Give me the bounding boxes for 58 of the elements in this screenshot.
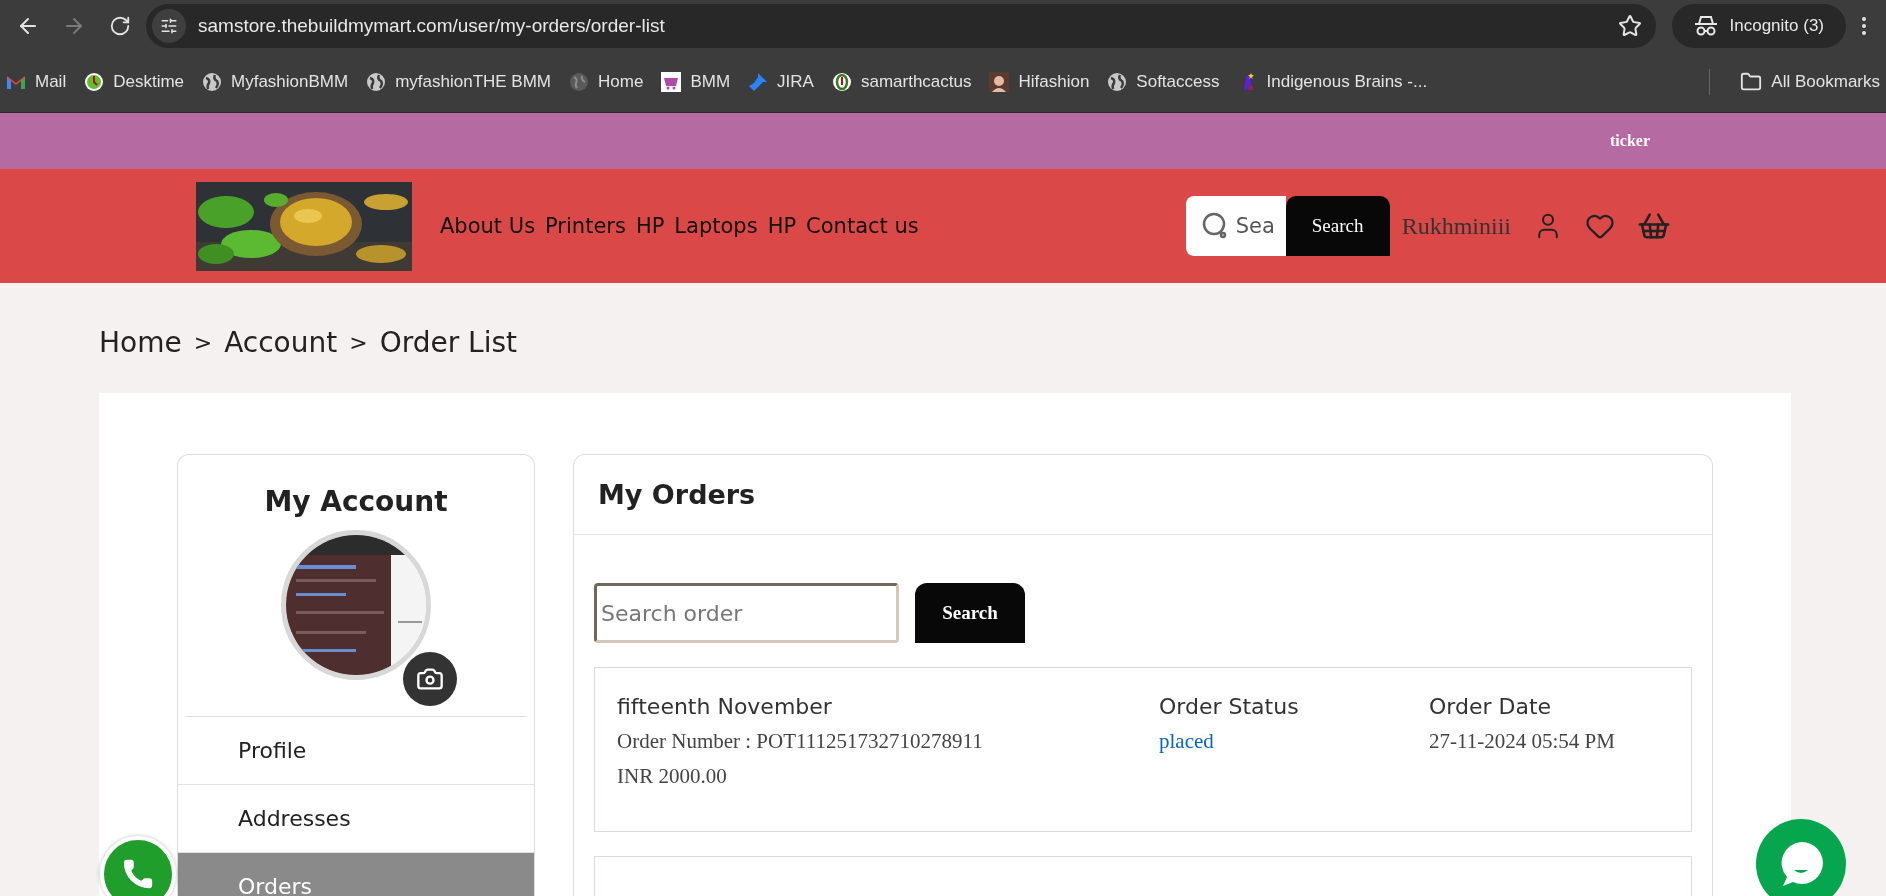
bookmark-link[interactable]: Mail [6,72,67,92]
bookmark-link[interactable]: Desktime [84,72,185,92]
breadcrumb-separator: > [349,329,368,355]
bookmark-link[interactable]: Home [569,72,644,92]
reload-icon [109,15,131,37]
nav-link[interactable]: Printers [545,214,626,238]
order-number: Order Number : POT111251732710278911 [617,729,984,754]
bookmark-link[interactable]: BMM [661,72,731,92]
nav-link[interactable]: Contact us [806,214,919,238]
bookmark-link[interactable]: JIRA [748,72,814,92]
bookmark-link[interactable]: Indigenous Brains -... [1237,72,1428,92]
ticker-text: ticker [1610,132,1650,150]
search-button[interactable]: Search [1285,196,1390,256]
globe-icon [202,72,223,92]
globe-icon [569,72,590,92]
breadcrumb-link[interactable]: Account [224,325,338,359]
bookmark-link[interactable]: Softaccess [1107,72,1220,92]
address-bar[interactable]: samstore.thebuildmymart.com/user/my-orders/order-list [146,4,1656,48]
camera-button[interactable] [403,652,457,706]
order-amount: INR 2000.00 [617,764,728,789]
panel-title: My Account [264,485,448,518]
search-icon [1201,212,1228,240]
site-info-button[interactable] [152,9,186,43]
profile-button[interactable]: Incognito (3) [1671,4,1846,48]
ring-icon [831,72,852,92]
bookmark-link[interactable]: samarthcactus [831,72,972,92]
clock-icon [84,72,105,92]
nav-link[interactable]: Laptops [674,214,758,238]
order-name: fifteenth November [617,694,833,719]
globe-icon [1107,72,1128,92]
search-field[interactable]: Search order [594,583,899,643]
nav-link[interactable]: HP [635,214,665,238]
nav-link[interactable]: About Us [440,214,536,238]
phone-icon [121,857,155,891]
breadcrumb-link[interactable]: Order List [379,325,518,359]
globe-icon [366,72,387,92]
breadcrumb-separator: > [193,329,213,355]
url-text: samstore.thebuildmymart.com/user/my-orders/order-list [198,15,666,37]
menu-item[interactable]: Profile [178,717,534,785]
sliders-icon [160,17,178,35]
order-date: 27-11-2024 05:54 PM [1429,729,1616,754]
bookmarks-folder-link[interactable]: All Bookmarks [1740,71,1880,93]
header-search-field[interactable]: Sea [1185,196,1286,256]
shop-icon [661,72,682,92]
bookmark-star-icon[interactable] [1617,14,1642,38]
portrait-icon [989,72,1010,92]
column-label: Order Status [1159,694,1300,719]
column-label: Order Date [1429,694,1553,719]
bookmark-link[interactable]: Hifashion [989,72,1090,92]
panel-title: My Orders [574,455,1712,535]
hat-glasses-icon [1693,15,1718,37]
order-status[interactable]: placed [1159,729,1429,754]
search-button[interactable]: Search [915,583,1025,643]
nav-link[interactable]: HP [767,214,797,238]
breadcrumb-link[interactable]: Home [99,325,182,359]
bookmark-link[interactable]: MyfashionBMM [202,72,349,92]
folder-icon [1740,71,1763,93]
bookmark-link[interactable]: myfashionTHE BMM [366,72,552,92]
